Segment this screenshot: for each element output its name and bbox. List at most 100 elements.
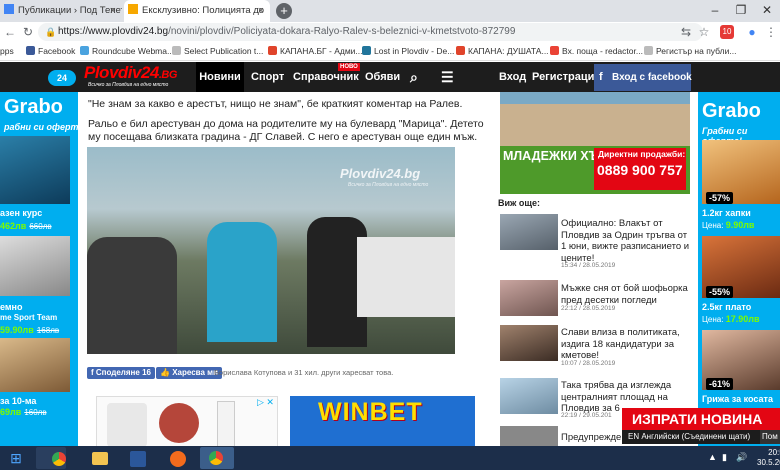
firefox-icon[interactable] bbox=[170, 451, 186, 467]
site-logo-tagline: Всичко за Пловдив на едно място bbox=[88, 82, 169, 88]
ad-item-title[interactable]: 2.5кг плато bbox=[702, 302, 751, 312]
network-icon[interactable]: ▮ bbox=[722, 452, 727, 463]
facebook-icon: f bbox=[599, 71, 603, 83]
hamburger-menu-icon[interactable]: ☰ bbox=[441, 62, 454, 92]
news-item-title[interactable]: Слави влиза в политиката, издига 18 канд… bbox=[561, 327, 693, 362]
news-item-title[interactable]: Официално: Влакът от Пловдив за Одрин тр… bbox=[561, 218, 693, 264]
maximize-icon[interactable]: ❐ bbox=[728, 0, 754, 22]
tab-publications[interactable]: Публикации › Под Тепето › Ис × bbox=[0, 0, 122, 22]
discount-badge: -61% bbox=[706, 378, 734, 390]
bookmark-facebook[interactable]: Facebook bbox=[26, 44, 75, 58]
bookmark-kapana-dushata[interactable]: КАПАНА: ДУШАТА... bbox=[456, 44, 549, 58]
chrome-icon[interactable] bbox=[52, 452, 66, 466]
chrome-active-window[interactable] bbox=[200, 447, 234, 469]
ad-item-price: 462лв 660лв bbox=[0, 221, 52, 231]
back-icon[interactable]: ← bbox=[2, 24, 18, 40]
news-thumbnail[interactable] bbox=[500, 280, 558, 316]
ad-photo-diving[interactable] bbox=[0, 136, 70, 204]
badge-24[interactable]: 24 bbox=[48, 70, 76, 86]
direct-sales-phone[interactable]: 0889 900 757 bbox=[597, 162, 683, 178]
login-link[interactable]: Вход bbox=[499, 62, 526, 92]
direct-sales-label: Директни продажби: bbox=[598, 149, 686, 159]
bookmark-star-icon[interactable]: ☆ bbox=[696, 24, 712, 40]
product-ad-banner[interactable]: ▷ ✕ bbox=[96, 396, 278, 452]
bookmark-lost-in-plovdiv[interactable]: Lost in Plovdiv - De... bbox=[362, 44, 454, 58]
roundcube-icon bbox=[80, 46, 89, 55]
menu-dots-icon[interactable]: ⋮ bbox=[763, 24, 779, 40]
tray-arrow-icon[interactable]: ▲ bbox=[708, 452, 717, 462]
ad-item-price: Цена: 17.90лв bbox=[702, 314, 760, 324]
grabo-tagline: рабни си оферта! bbox=[4, 122, 87, 132]
ad-building-graphic bbox=[500, 104, 690, 148]
facebook-icon bbox=[26, 46, 35, 55]
tab-article[interactable]: Ексклузивно: Полицията до × bbox=[124, 0, 270, 22]
url-path: /novini/plovdiv/Policiyata-dokara-Ralyo-… bbox=[168, 26, 516, 37]
bookmark-register[interactable]: Регистър на публи... bbox=[644, 44, 736, 58]
grabo-logo[interactable]: Grabo bbox=[4, 96, 63, 119]
ad-item-title[interactable]: азен курс bbox=[0, 208, 42, 218]
winbet-logo[interactable]: WINBET bbox=[318, 398, 423, 427]
ad-product-image bbox=[159, 403, 199, 443]
ad-item-title[interactable]: за 10-ма bbox=[0, 396, 36, 406]
nav-news[interactable]: Новини bbox=[196, 62, 244, 92]
wordpress-icon bbox=[362, 46, 371, 55]
ad-photo-house[interactable] bbox=[0, 338, 70, 392]
volume-icon[interactable]: 🔊 bbox=[736, 452, 747, 463]
extension-icon[interactable]: 10 bbox=[720, 25, 734, 39]
close-icon[interactable]: × bbox=[110, 0, 116, 22]
page-icon bbox=[4, 4, 14, 14]
bookmark-apps[interactable]: pps bbox=[0, 44, 14, 58]
start-button-icon[interactable]: ⊞ bbox=[2, 448, 30, 468]
news-item-title[interactable]: Мъжке сня от бой шофьорка пред десетки п… bbox=[561, 283, 693, 306]
photo-figure bbox=[207, 222, 277, 342]
word-icon[interactable] bbox=[130, 451, 146, 467]
system-clock[interactable]: 20:530.5.20 bbox=[757, 448, 780, 468]
bookmark-kapana-admin[interactable]: КАПАНА.БГ - Адми... bbox=[268, 44, 363, 58]
site-logo[interactable]: Plovdiv24.BG bbox=[84, 64, 177, 84]
kapana-icon bbox=[268, 46, 277, 55]
windows-taskbar bbox=[0, 446, 780, 470]
news-thumbnail[interactable] bbox=[500, 325, 558, 361]
facebook-login-button[interactable]: f Вход с facebook bbox=[594, 64, 692, 91]
ad-item-title[interactable]: емно bbox=[0, 302, 22, 312]
news-item-date: 22:12 / 28.05.2019 bbox=[561, 305, 616, 312]
news-thumbnail[interactable] bbox=[500, 378, 558, 414]
news-item-date: 10:07 / 28.05.2019 bbox=[561, 360, 616, 367]
discount-badge: -55% bbox=[706, 286, 734, 298]
ad-photo-motor[interactable] bbox=[0, 236, 70, 296]
nav-sport[interactable]: Спорт bbox=[251, 62, 284, 92]
bookmark-gmail[interactable]: Вх. поща - redactor... bbox=[550, 44, 643, 58]
address-bar[interactable]: 🔒 https://www.plovdiv24.bg/novini/plovdiv… bbox=[38, 23, 703, 41]
ad-product-image bbox=[217, 401, 235, 449]
extension-chrome-icon[interactable]: ● bbox=[744, 24, 760, 40]
bookmark-select-publication[interactable]: Select Publication t... bbox=[172, 44, 263, 58]
ad-item-title[interactable]: 1.2кг хапки bbox=[702, 208, 751, 218]
bookmark-roundcube[interactable]: Roundcube Webma... bbox=[80, 44, 174, 58]
close-window-icon[interactable]: ✕ bbox=[754, 0, 780, 22]
close-icon[interactable]: × bbox=[258, 0, 264, 22]
adchoices-icon[interactable]: ▷ ✕ bbox=[257, 397, 274, 408]
reload-icon[interactable]: ↻ bbox=[20, 24, 36, 40]
search-icon[interactable]: ⌕ bbox=[410, 62, 418, 92]
translate-icon[interactable]: ⇆ bbox=[678, 24, 694, 40]
minimize-icon[interactable]: – bbox=[702, 0, 728, 22]
facebook-share-button[interactable]: f Споделяне 16 bbox=[87, 367, 155, 379]
file-explorer-icon[interactable] bbox=[92, 452, 108, 465]
grabo-logo[interactable]: Grabo bbox=[702, 100, 761, 123]
likes-count-text: Борислава Котупова и 31 хил. други харес… bbox=[214, 368, 394, 377]
news-thumbnail[interactable] bbox=[500, 214, 558, 250]
news-thumbnail[interactable] bbox=[500, 426, 558, 446]
ad-item-price: 69лв 160лв bbox=[0, 407, 47, 417]
article-paragraph: Ральо е бил арестуван до дома на родител… bbox=[88, 118, 484, 143]
kapana-icon bbox=[456, 46, 465, 55]
new-tab-button[interactable]: + bbox=[276, 3, 292, 19]
register-link[interactable]: Регистрация bbox=[532, 62, 601, 92]
send-news-button[interactable]: ИЗПРАТИ НОВИНА bbox=[622, 408, 780, 430]
thumbs-up-icon: 👍 bbox=[160, 368, 173, 377]
photo-watermark-tagline: Всичко за Пловдив на едно място bbox=[348, 182, 429, 188]
nav-ads[interactable]: Обяви bbox=[365, 62, 400, 92]
article-paragraph: "Не знам за какво е арестът, нищо не зна… bbox=[88, 98, 463, 110]
ad-item-title[interactable]: Грижа за косата bbox=[702, 394, 773, 404]
page-icon bbox=[172, 46, 181, 55]
facebook-like-button[interactable]: 👍 Харесва ми bbox=[156, 367, 222, 379]
